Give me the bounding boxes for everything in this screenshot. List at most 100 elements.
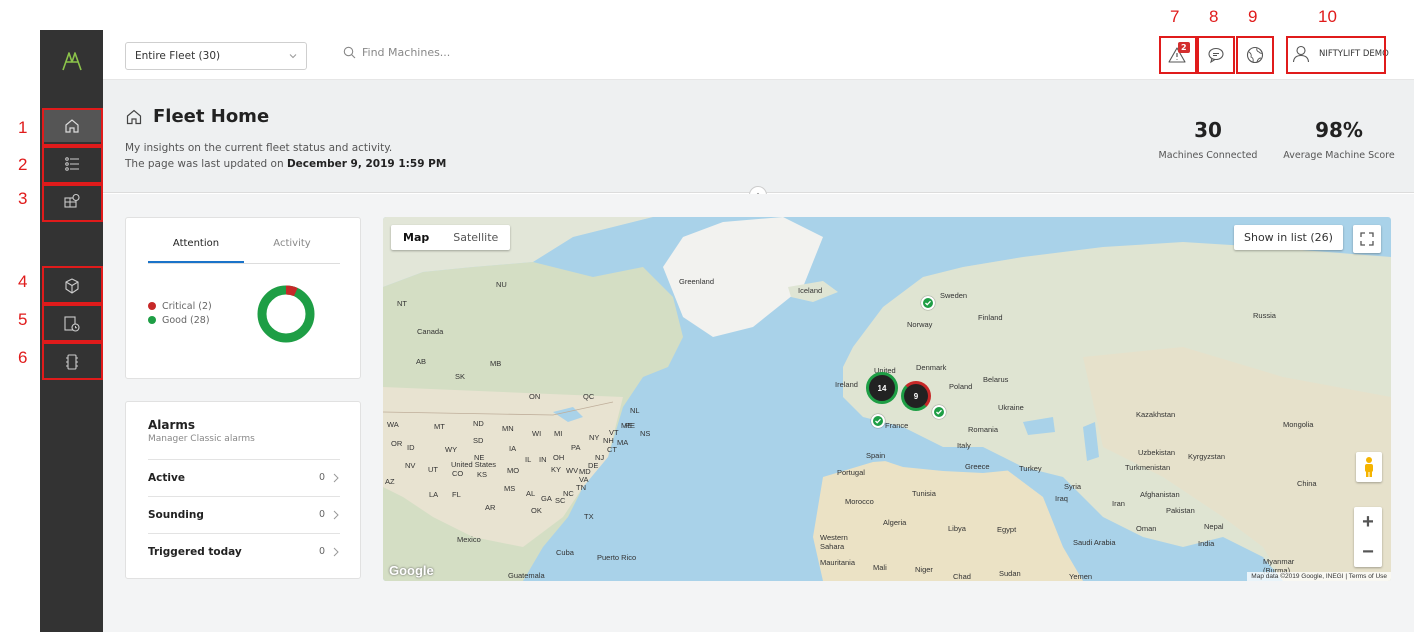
map-label: Turkey (1019, 464, 1042, 473)
map-label: NV (405, 461, 416, 470)
map-label: Portugal (837, 468, 865, 477)
chevron-right-icon (333, 473, 339, 482)
map-label: Russia (1253, 311, 1276, 320)
map-label: Finland (978, 313, 1003, 322)
stat-machines-connected: 30 Machines Connected (1153, 118, 1263, 161)
map-label: Norway (907, 320, 933, 329)
annotation-box-5 (42, 304, 103, 342)
alarm-row-sounding[interactable]: Sounding 0 (148, 496, 340, 532)
status-legend: Critical (2) Good (28) (148, 300, 212, 328)
map-label: WI (532, 429, 542, 438)
map-label: ON (529, 392, 541, 401)
map-label: OK (531, 506, 542, 515)
annotation-7: 7 (1170, 7, 1180, 26)
legend-label: Critical (2) (162, 301, 212, 312)
map-label: AB (416, 357, 427, 366)
zoom-out-button[interactable]: − (1354, 537, 1382, 567)
machine-cluster-14[interactable]: 14 (866, 372, 898, 404)
check-icon (925, 300, 931, 306)
donut-good-segment (257, 285, 315, 343)
annotation-box-7 (1159, 36, 1197, 74)
critical-dot (148, 302, 156, 310)
map-label: OR (391, 439, 403, 448)
machine-marker[interactable] (932, 405, 946, 419)
map-label: KS (477, 470, 488, 479)
alarm-row-active[interactable]: Active 0 (148, 459, 340, 495)
map-label: Tunisia (912, 489, 936, 498)
alarm-label: Triggered today (148, 545, 242, 558)
map-type-map[interactable]: Map (391, 225, 441, 250)
attention-tabs: Attention Activity (148, 236, 340, 264)
map-label: GA (541, 494, 552, 503)
map-label: Denmark (916, 363, 947, 372)
machine-marker[interactable] (921, 296, 935, 310)
map-label: Greece (965, 462, 990, 471)
annotation-box-4 (42, 266, 103, 304)
map-type-switcher: Map Satellite (391, 225, 511, 250)
zoom-controls: + − (1354, 507, 1382, 567)
show-in-list-button[interactable]: Show in list (26) (1234, 225, 1343, 250)
map-label: WA (387, 420, 399, 429)
map-label: NS (640, 429, 651, 438)
map-label: NE (474, 453, 485, 462)
alarm-label: Sounding (148, 508, 204, 521)
map-label: OH (553, 453, 565, 462)
tab-attention[interactable]: Attention (148, 236, 244, 263)
page: 1 2 3 4 5 6 7 8 9 10 Entire Fleet (30) F… (0, 0, 1414, 632)
alarm-count-wrap: 0 (319, 472, 340, 483)
attention-card: Attention Activity Critical (2) Good (28… (125, 217, 361, 379)
home-icon (126, 109, 142, 124)
map-label: Syria (1064, 482, 1082, 491)
map-label: Greenland (679, 277, 715, 286)
map-attribution[interactable]: Map data ©2019 Google, INEGI | Terms of … (1247, 572, 1391, 581)
subtitle-line-2: The page was last updated on December 9,… (125, 156, 446, 172)
tab-activity[interactable]: Activity (244, 236, 340, 263)
pegman-icon (1365, 457, 1373, 477)
annotation-8: 8 (1209, 7, 1219, 26)
map-label: UT (428, 465, 438, 474)
check-icon (936, 409, 942, 415)
search-input[interactable]: Find Machines... (343, 46, 450, 59)
map-label: Romania (968, 425, 999, 434)
zoom-in-button[interactable]: + (1354, 507, 1382, 537)
map-label: PA (571, 443, 581, 452)
main-content: Attention Activity Critical (2) Good (28… (103, 194, 1414, 632)
annotation-6: 6 (18, 348, 28, 367)
map-label: Poland (949, 382, 973, 391)
map-label: MN (502, 424, 514, 433)
map-label: Spain (866, 451, 886, 460)
fullscreen-button[interactable] (1353, 225, 1381, 253)
annotation-box-10 (1286, 36, 1386, 74)
map-type-satellite[interactable]: Satellite (441, 225, 510, 250)
map-label: MB (490, 359, 502, 368)
legend-item-critical: Critical (2) (148, 300, 212, 314)
map-label: ND (473, 419, 484, 428)
map-label: NU (496, 280, 507, 289)
annotation-9: 9 (1248, 7, 1258, 26)
legend-item-good: Good (28) (148, 314, 212, 328)
machine-marker[interactable] (871, 414, 885, 428)
map-label: MA (617, 438, 629, 447)
annotation-10: 10 (1318, 7, 1337, 26)
alarm-row-triggered-today[interactable]: Triggered today 0 (148, 533, 340, 569)
map-label: TN (576, 483, 586, 492)
annotation-3: 3 (18, 189, 28, 208)
map-label: Kyrgyzstan (1188, 452, 1226, 461)
street-view-pegman[interactable] (1356, 452, 1382, 482)
machine-cluster-9[interactable]: 9 (901, 381, 931, 411)
good-dot (148, 316, 156, 324)
search-icon (343, 46, 356, 59)
fleet-select[interactable]: Entire Fleet (30) (125, 42, 307, 70)
alarm-count: 0 (318, 546, 325, 557)
map-label: IN (539, 455, 547, 464)
map-label: NT (397, 299, 407, 308)
map-label: China (1297, 479, 1317, 488)
stat-value: 30 (1194, 118, 1222, 142)
google-logo: Google (389, 563, 434, 578)
fleet-map[interactable]: Map Satellite Show in list (26) Greenlan… (383, 217, 1391, 581)
map-label: AZ (385, 477, 395, 486)
map-label: Niger (915, 565, 933, 574)
last-updated-time: December 9, 2019 1:59 PM (286, 158, 447, 170)
map-label: NY (589, 433, 600, 442)
map-label: Sweden (940, 291, 968, 300)
